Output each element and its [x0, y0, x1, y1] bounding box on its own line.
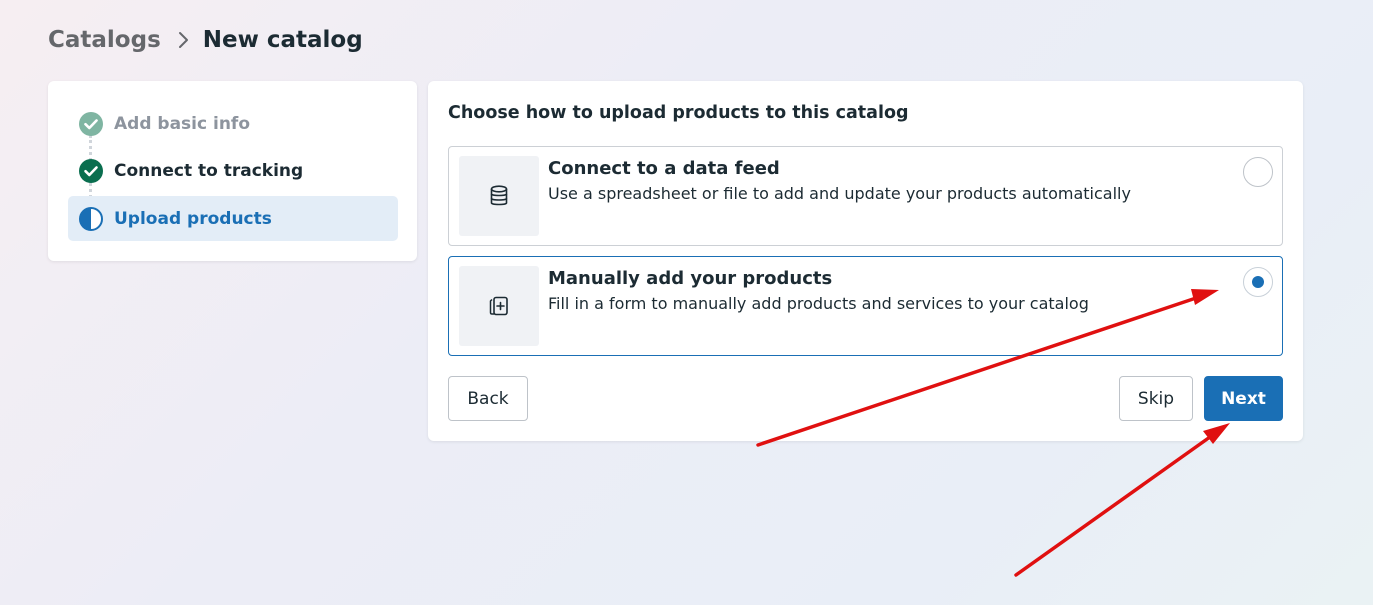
breadcrumb-catalogs-link[interactable]: Catalogs: [48, 27, 161, 53]
steps-panel: Add basic info Connect to tracking Uploa…: [48, 81, 417, 261]
section-title: Choose how to upload products to this ca…: [448, 103, 909, 123]
database-icon: [459, 156, 539, 236]
half-circle-icon: [78, 206, 104, 232]
back-button[interactable]: Back: [448, 376, 528, 421]
option-title: Connect to a data feed: [548, 158, 780, 179]
step-add-basic-info[interactable]: Add basic info: [68, 101, 398, 146]
next-button[interactable]: Next: [1204, 376, 1283, 421]
option-manual-add[interactable]: Manually add your products Fill in a for…: [448, 256, 1283, 356]
step-label: Add basic info: [114, 113, 250, 134]
page-title: New catalog: [202, 27, 363, 53]
step-label: Connect to tracking: [114, 160, 304, 181]
option-description: Use a spreadsheet or file to add and upd…: [548, 184, 1131, 203]
skip-button[interactable]: Skip: [1119, 376, 1193, 421]
radio-manual-add[interactable]: [1243, 267, 1273, 297]
breadcrumb: Catalogs New catalog: [48, 24, 363, 56]
step-upload-products[interactable]: Upload products: [68, 196, 398, 241]
chevron-right-icon: [177, 31, 189, 49]
step-label: Upload products: [114, 208, 272, 229]
option-title: Manually add your products: [548, 268, 833, 289]
step-connect-to-tracking[interactable]: Connect to tracking: [68, 148, 398, 193]
option-data-feed[interactable]: Connect to a data feed Use a spreadsheet…: [448, 146, 1283, 246]
check-circle-icon: [78, 111, 104, 137]
check-circle-icon: [78, 158, 104, 184]
annotation-arrow-to-next: [1014, 423, 1230, 577]
upload-method-card: Choose how to upload products to this ca…: [428, 81, 1303, 441]
option-description: Fill in a form to manually add products …: [548, 294, 1089, 313]
radio-data-feed[interactable]: [1243, 157, 1273, 187]
add-card-icon: [459, 266, 539, 346]
